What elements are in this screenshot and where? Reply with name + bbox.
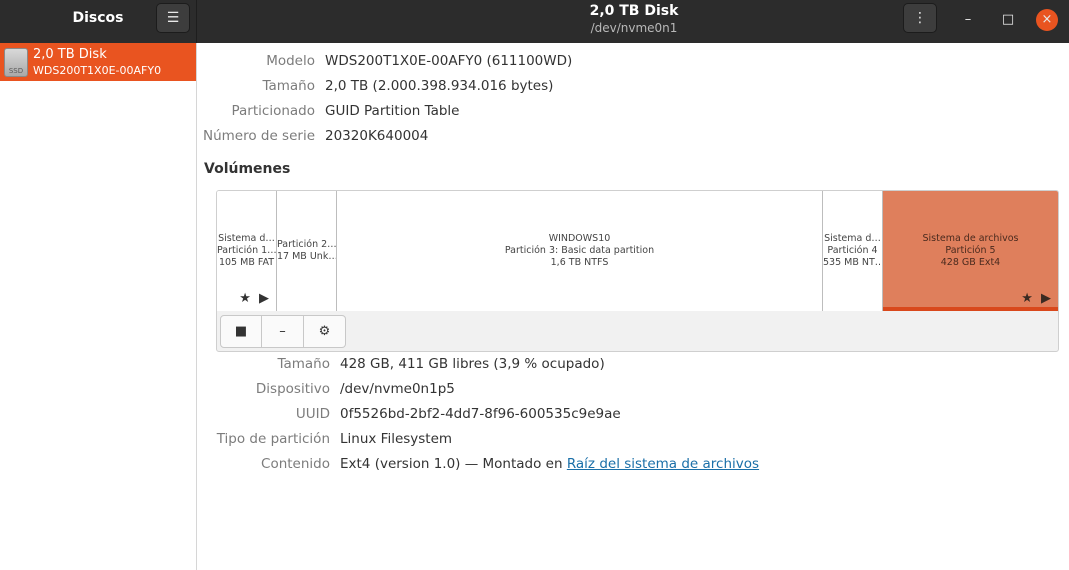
partition-2-line2: 17 MB Unk… bbox=[277, 251, 336, 262]
partition-3-line3: 1,6 TB NTFS bbox=[550, 257, 609, 268]
content-value: Ext4 (version 1.0) — Montado en Raíz del… bbox=[340, 456, 759, 472]
vertical-dots-icon: ⋮ bbox=[913, 10, 927, 26]
partition-1[interactable]: Sistema d… Partición 1… 105 MB FAT ★ ▶ bbox=[217, 191, 277, 311]
mount-star-play-icons: ★ ▶ bbox=[1021, 291, 1053, 306]
content-text: Ext4 (version 1.0) — Montado en bbox=[340, 456, 567, 472]
partition-type-value: Linux Filesystem bbox=[340, 431, 453, 447]
partition-bar: Sistema d… Partición 1… 105 MB FAT ★ ▶ P… bbox=[217, 191, 1058, 311]
partition-settings-button[interactable]: ⚙ bbox=[304, 315, 346, 348]
gear-icon: ⚙ bbox=[318, 324, 331, 339]
minus-icon: – bbox=[279, 324, 286, 339]
uuid-value: 0f5526bd-2bf2-4dd7-8f96-600535c9e9ae bbox=[340, 406, 621, 422]
main-panel: Modelo WDS200T1X0E-00AFY0 (611100WD) Tam… bbox=[197, 43, 1069, 570]
partition-2[interactable]: Partición 2… 17 MB Unk… bbox=[277, 191, 337, 311]
uuid-label: UUID bbox=[295, 406, 330, 422]
partition-4-line3: 535 MB NT… bbox=[823, 257, 882, 268]
size-value: 2,0 TB (2.000.398.934.016 bytes) bbox=[325, 78, 554, 94]
sidebar-disk-name: 2,0 TB Disk bbox=[33, 47, 107, 62]
partition-4[interactable]: Sistema d… Partición 4 535 MB NT… bbox=[823, 191, 883, 311]
partition-3[interactable]: WINDOWS10 Partición 3: Basic data partit… bbox=[337, 191, 823, 311]
partition-4-line2: Partición 4 bbox=[827, 245, 878, 256]
serial-value: 20320K640004 bbox=[325, 128, 429, 144]
content-label: Contenido bbox=[261, 456, 330, 472]
header-divider bbox=[196, 0, 197, 43]
partition-1-line1: Sistema d… bbox=[218, 233, 275, 244]
partition-1-line3: 105 MB FAT bbox=[218, 257, 275, 268]
partitioning-label: Particionado bbox=[231, 103, 316, 119]
partition-4-line1: Sistema d… bbox=[824, 233, 881, 244]
ssd-icon-label: SSD bbox=[8, 67, 24, 75]
volumes-title: Volúmenes bbox=[204, 161, 291, 177]
disk-device: /dev/nvme0n1 bbox=[590, 21, 678, 35]
stop-icon: ■ bbox=[234, 324, 248, 339]
device-label: Dispositivo bbox=[255, 381, 330, 397]
partition-5-line1: Sistema de archivos bbox=[922, 233, 1019, 244]
size-label: Tamaño bbox=[262, 78, 315, 94]
partition-5-selected[interactable]: Sistema de archivos Partición 5 428 GB E… bbox=[883, 191, 1058, 311]
partition-3-line2: Partición 3: Basic data partition bbox=[504, 245, 655, 256]
minimize-button[interactable]: – bbox=[957, 9, 979, 31]
volume-size-label: Tamaño bbox=[277, 356, 330, 372]
disk-title: 2,0 TB Disk bbox=[589, 3, 679, 19]
sidebar: SSD 2,0 TB Disk WDS200T1X0E-00AFY0 bbox=[0, 43, 197, 570]
sidebar-disk-model: WDS200T1X0E-00AFY0 bbox=[33, 64, 162, 77]
volume-toolbar: ■ – ⚙ bbox=[220, 315, 346, 348]
selection-indicator bbox=[883, 307, 1058, 311]
volume-size-value: 428 GB, 411 GB libres (3,9 % ocupado) bbox=[340, 356, 605, 372]
menu-button[interactable]: ☰ bbox=[156, 3, 190, 33]
mount-star-play-icons: ★ ▶ bbox=[239, 291, 271, 306]
header-bar: Discos ☰ 2,0 TB Disk /dev/nvme0n1 ⋮ – □ … bbox=[0, 0, 1069, 43]
mount-point-link[interactable]: Raíz del sistema de archivos bbox=[567, 456, 759, 472]
maximize-icon: □ bbox=[1001, 12, 1015, 27]
unmount-button[interactable]: ■ bbox=[220, 315, 262, 348]
partitioning-value: GUID Partition Table bbox=[325, 103, 460, 119]
model-value: WDS200T1X0E-00AFY0 (611100WD) bbox=[325, 53, 573, 69]
partition-5-line2: Partición 5 bbox=[945, 245, 996, 256]
ssd-drive-icon: SSD bbox=[4, 48, 28, 77]
sidebar-item-disk[interactable]: SSD 2,0 TB Disk WDS200T1X0E-00AFY0 bbox=[0, 43, 196, 81]
partition-5-line3: 428 GB Ext4 bbox=[940, 257, 1001, 268]
minimize-icon: – bbox=[964, 12, 972, 27]
device-value: /dev/nvme0n1p5 bbox=[340, 381, 455, 397]
partition-2-line1: Partición 2… bbox=[277, 239, 336, 250]
close-button[interactable]: × bbox=[1036, 9, 1058, 31]
close-icon: × bbox=[1041, 12, 1053, 27]
disk-menu-button[interactable]: ⋮ bbox=[903, 3, 937, 33]
maximize-button[interactable]: □ bbox=[997, 9, 1019, 31]
serial-label: Número de serie bbox=[202, 128, 315, 144]
delete-partition-button[interactable]: – bbox=[262, 315, 304, 348]
volumes-map: Sistema d… Partición 1… 105 MB FAT ★ ▶ P… bbox=[216, 190, 1059, 352]
partition-1-line2: Partición 1… bbox=[217, 245, 276, 256]
partition-3-line1: WINDOWS10 bbox=[548, 233, 611, 244]
hamburger-icon: ☰ bbox=[166, 10, 180, 26]
model-label: Modelo bbox=[266, 53, 315, 69]
partition-type-label: Tipo de partición bbox=[216, 431, 330, 447]
